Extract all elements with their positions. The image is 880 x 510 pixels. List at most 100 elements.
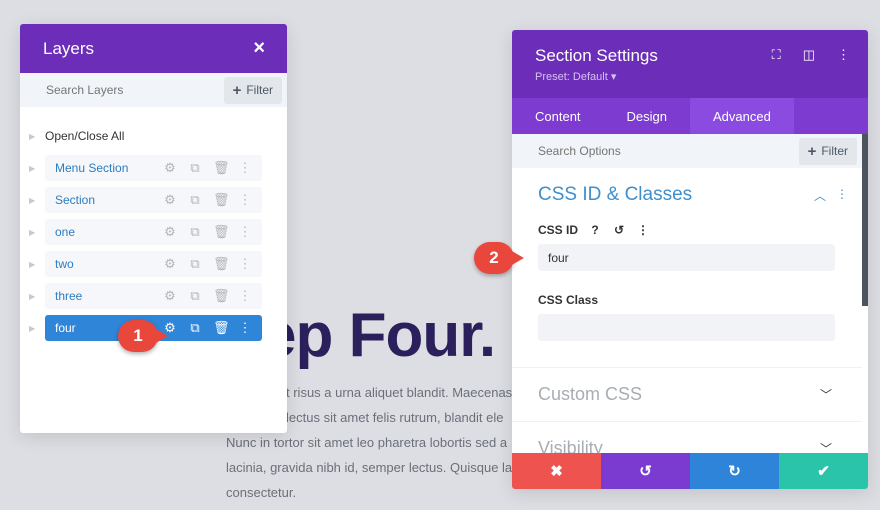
layer-row: ▶ two ⚙ ⧉ 🗑 ⋮: [29, 251, 287, 277]
duplicate-icon[interactable]: ⧉: [188, 320, 202, 336]
layer-name: three: [55, 289, 83, 303]
layer-item[interactable]: Section ⚙ ⧉ 🗑 ⋮: [45, 187, 262, 213]
close-icon: ✖: [550, 463, 563, 480]
fullscreen-icon[interactable]: ⛶: [772, 47, 781, 63]
save-button[interactable]: ✔: [779, 453, 868, 489]
more-icon[interactable]: ⋮: [238, 160, 252, 176]
duplicate-icon[interactable]: ⧉: [188, 192, 202, 208]
search-options-input[interactable]: [538, 144, 698, 158]
layers-panel: Layers × + Filter ▶ Open/Close All ▶ Menu …: [20, 24, 287, 433]
cancel-button[interactable]: ✖: [512, 453, 601, 489]
tab-advanced[interactable]: Advanced: [690, 98, 794, 134]
layer-item[interactable]: two ⚙ ⧉ 🗑 ⋮: [45, 251, 262, 277]
more-icon[interactable]: ⋮: [238, 320, 252, 336]
options-search-bar: + Filter: [512, 134, 862, 168]
undo-icon: ↺: [639, 463, 652, 480]
css-id-input[interactable]: [538, 244, 835, 271]
layer-row: ▶ Section ⚙ ⧉ 🗑 ⋮: [29, 187, 287, 213]
gear-icon[interactable]: ⚙: [163, 192, 177, 208]
layer-item[interactable]: three ⚙ ⧉ 🗑 ⋮: [45, 283, 262, 309]
expand-triangle-icon[interactable]: ▶: [29, 196, 45, 205]
trash-icon[interactable]: 🗑: [213, 320, 230, 336]
more-icon[interactable]: ⋮: [238, 256, 252, 272]
layer-item[interactable]: Menu Section ⚙ ⧉ 🗑 ⋮: [45, 155, 262, 181]
css-id-label-row: CSS ID ? ↺ ⋮: [512, 206, 868, 237]
expand-triangle-icon: ▶: [29, 131, 36, 141]
plus-icon: +: [807, 142, 817, 160]
gear-icon[interactable]: ⚙: [163, 224, 177, 240]
chevron-down-icon[interactable]: ﹀: [820, 386, 832, 403]
page-heading: ep Four.: [262, 301, 496, 370]
close-icon[interactable]: ×: [253, 37, 265, 60]
css-id-classes-group-header[interactable]: CSS ID & Classes ︿ ⋮: [512, 168, 862, 206]
redo-icon: ↻: [728, 463, 741, 480]
layer-name: four: [55, 321, 76, 335]
reset-icon[interactable]: ↺: [612, 223, 626, 237]
layer-item[interactable]: one ⚙ ⧉ 🗑 ⋮: [45, 219, 262, 245]
css-class-label: CSS Class: [538, 293, 599, 307]
layer-name: two: [55, 257, 74, 271]
step-badge-1: 1: [118, 320, 168, 352]
chevron-up-icon[interactable]: ︿: [814, 187, 826, 204]
open-close-all[interactable]: ▶ Open/Close All: [29, 129, 287, 143]
expand-triangle-icon[interactable]: ▶: [29, 292, 45, 301]
settings-tabs: Content Design Advanced: [512, 98, 868, 134]
custom-css-group[interactable]: Custom CSS ﹀: [512, 367, 862, 421]
trash-icon[interactable]: 🗑: [213, 256, 230, 272]
layers-header: Layers ×: [20, 24, 287, 73]
filter-label: Filter: [246, 83, 273, 97]
undo-button[interactable]: ↺: [601, 453, 690, 489]
layer-name: Section: [55, 193, 96, 207]
preset-dropdown[interactable]: Preset: Default ▾: [535, 70, 845, 83]
help-icon[interactable]: ?: [588, 223, 602, 237]
section-settings-panel: Section Settings Preset: Default ▾ ⛶ ◫ ⋮…: [512, 30, 868, 489]
duplicate-icon[interactable]: ⧉: [188, 224, 202, 240]
tab-design[interactable]: Design: [604, 98, 690, 134]
para-line: lacinia, gravida nibh id, semper lectus.…: [226, 460, 513, 475]
open-close-label: Open/Close All: [45, 129, 125, 143]
options-filter-button[interactable]: + Filter: [798, 137, 857, 165]
layers-title: Layers: [43, 38, 95, 58]
gear-icon[interactable]: ⚙: [163, 288, 177, 304]
expand-triangle-icon[interactable]: ▶: [29, 228, 45, 237]
more-icon[interactable]: ⋮: [238, 192, 252, 208]
expand-triangle-icon[interactable]: ▶: [29, 260, 45, 269]
expand-triangle-icon[interactable]: ▶: [29, 164, 45, 173]
expand-triangle-icon[interactable]: ▶: [29, 324, 45, 333]
group-title: CSS ID & Classes: [538, 184, 693, 205]
group-more-icon[interactable]: ⋮: [836, 187, 848, 204]
trash-icon[interactable]: 🗑: [213, 160, 230, 176]
more-icon[interactable]: ⋮: [238, 288, 252, 304]
trash-icon[interactable]: 🗑: [213, 224, 230, 240]
filter-button[interactable]: + Filter: [223, 76, 282, 104]
split-view-icon[interactable]: ◫: [803, 47, 815, 63]
filter-label: Filter: [821, 144, 848, 158]
css-id-label: CSS ID: [538, 223, 579, 237]
settings-footer: ✖ ↺ ↻ ✔: [512, 453, 868, 489]
tab-content[interactable]: Content: [512, 98, 604, 134]
para-line: consectetur.: [226, 485, 297, 500]
scrollbar[interactable]: [862, 134, 868, 306]
settings-header: Section Settings Preset: Default ▾ ⛶ ◫ ⋮: [512, 30, 868, 98]
trash-icon[interactable]: 🗑: [213, 288, 230, 304]
field-more-icon[interactable]: ⋮: [636, 223, 650, 237]
para-line: Nunc in tortor sit amet leo pharetra lob…: [226, 435, 508, 450]
step-badge-2: 2: [474, 242, 524, 274]
duplicate-icon[interactable]: ⧉: [188, 288, 202, 304]
layer-name: one: [55, 225, 76, 239]
layer-row: ▶ one ⚙ ⧉ 🗑 ⋮: [29, 219, 287, 245]
gear-icon[interactable]: ⚙: [163, 256, 177, 272]
more-icon[interactable]: ⋮: [238, 224, 252, 240]
redo-button[interactable]: ↻: [690, 453, 779, 489]
plus-icon: +: [232, 81, 242, 99]
search-layers-input[interactable]: [46, 83, 196, 97]
layer-name: Menu Section: [55, 161, 129, 175]
trash-icon[interactable]: 🗑: [213, 192, 230, 208]
layer-row: ▶ Menu Section ⚙ ⧉ 🗑 ⋮: [29, 155, 287, 181]
gear-icon[interactable]: ⚙: [163, 160, 177, 176]
duplicate-icon[interactable]: ⧉: [188, 256, 202, 272]
more-options-icon[interactable]: ⋮: [837, 47, 850, 63]
css-class-input[interactable]: [538, 314, 835, 341]
duplicate-icon[interactable]: ⧉: [188, 160, 202, 176]
layer-row: ▶ three ⚙ ⧉ 🗑 ⋮: [29, 283, 287, 309]
